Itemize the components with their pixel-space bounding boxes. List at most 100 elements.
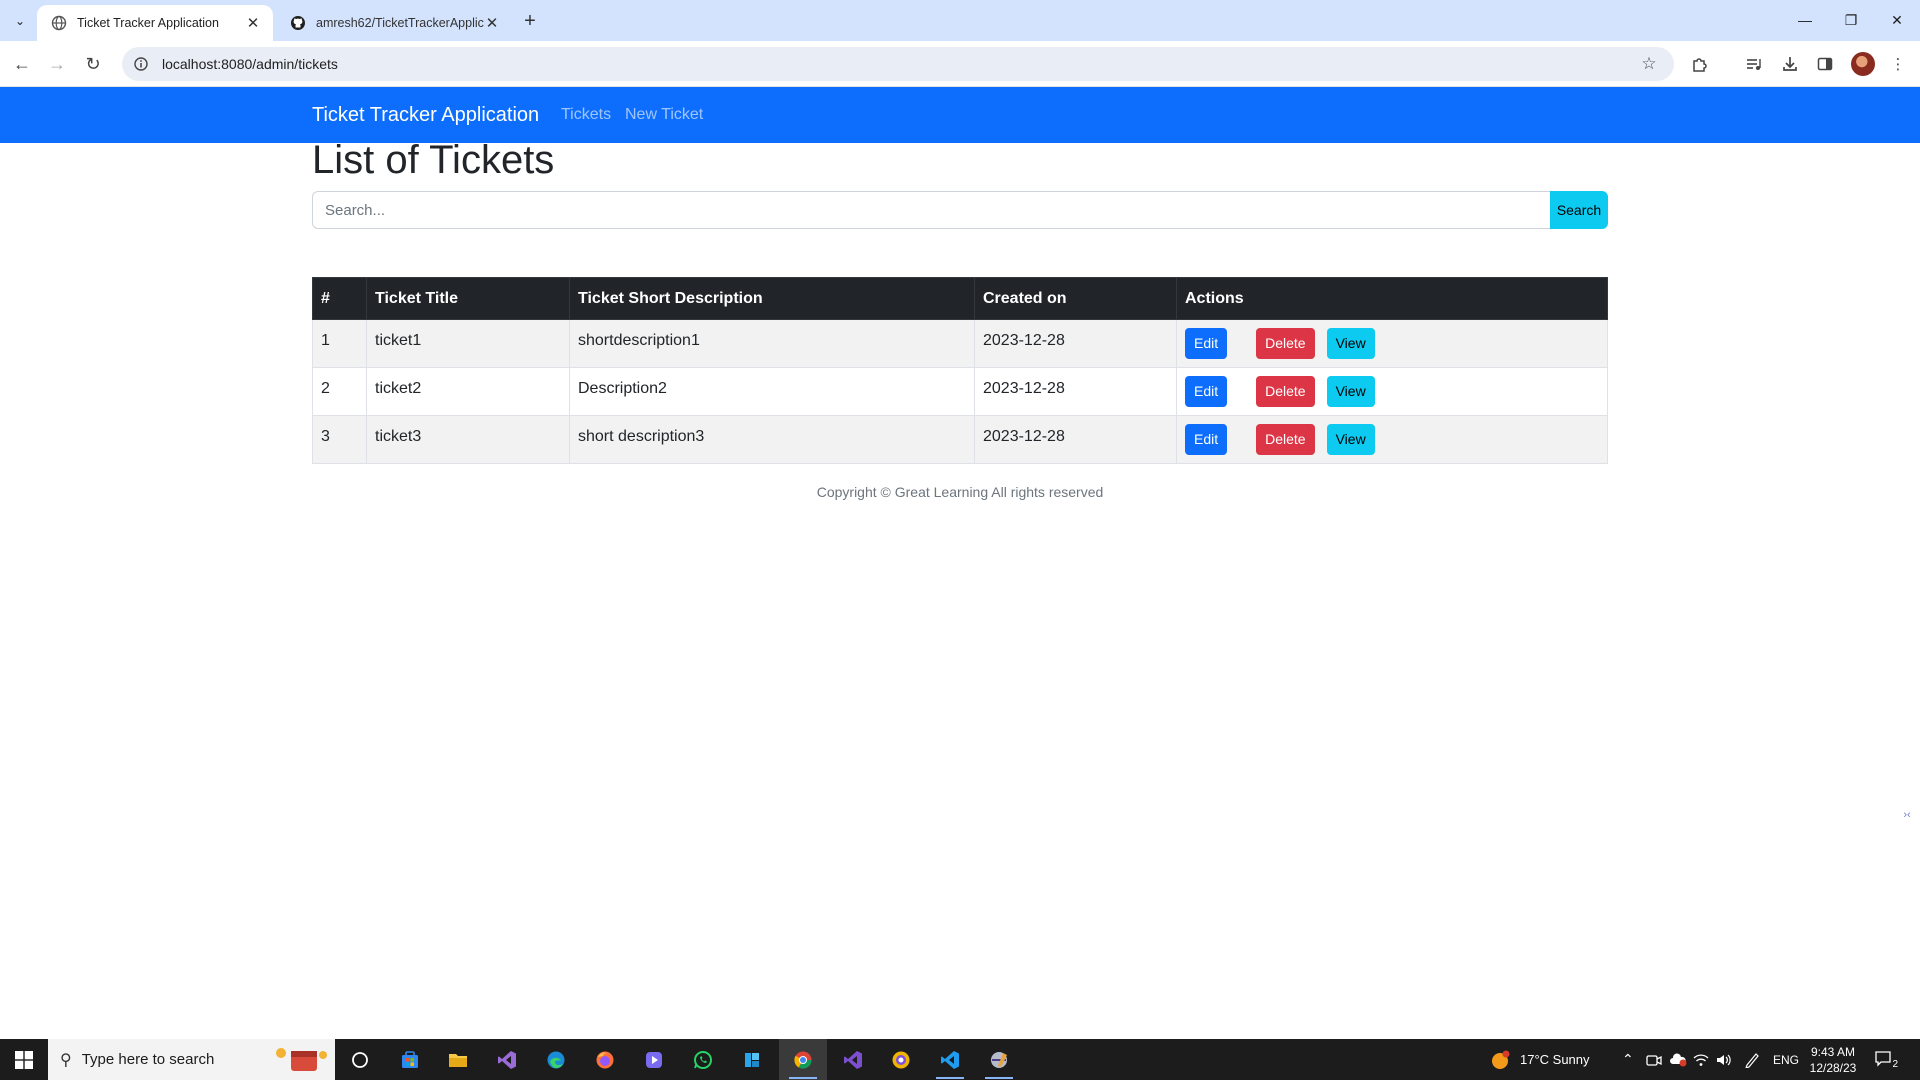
ticket-description: Description2 bbox=[578, 379, 667, 397]
row-number: 1 bbox=[321, 331, 330, 349]
weather-widget[interactable]: 17°C Sunny bbox=[1490, 1039, 1590, 1080]
navbar-brand[interactable]: Ticket Tracker Application bbox=[312, 104, 539, 127]
forward-arrow-icon[interactable]: → bbox=[43, 50, 71, 78]
taskbar-search-placeholder: Type here to search bbox=[81, 1051, 215, 1068]
view-button[interactable]: View bbox=[1326, 328, 1375, 359]
tab-title: Ticket Tracker Application bbox=[77, 16, 219, 30]
reload-icon[interactable]: ↻ bbox=[79, 50, 107, 78]
ticket-title: ticket3 bbox=[375, 427, 422, 445]
new-tab-plus-icon[interactable]: + bbox=[518, 9, 542, 33]
eclipse-icon[interactable] bbox=[975, 1039, 1023, 1080]
active-app-indicator bbox=[936, 1077, 964, 1079]
cell-title: ticket2 bbox=[366, 367, 570, 416]
weather-text: 17°C Sunny bbox=[1520, 1052, 1590, 1067]
nav-link-new-ticket[interactable]: New Ticket bbox=[625, 106, 703, 124]
delete-button[interactable]: Delete bbox=[1256, 328, 1315, 359]
tab-search-chevron-icon[interactable]: ⌄ bbox=[9, 10, 31, 32]
pen-icon[interactable] bbox=[1744, 1039, 1760, 1080]
edit-button[interactable]: Edit bbox=[1185, 376, 1228, 407]
file-explorer-icon[interactable] bbox=[434, 1039, 482, 1080]
notification-center-icon[interactable]: 2 bbox=[1872, 1048, 1898, 1070]
page-viewport: Ticket Tracker Application Tickets New T… bbox=[0, 87, 1920, 1039]
ticket-created-date: 2023-12-28 bbox=[983, 379, 1065, 397]
restore-icon[interactable]: ❐ bbox=[1828, 6, 1874, 34]
search-input[interactable] bbox=[312, 191, 1550, 229]
table-header-row: # Ticket Title Ticket Short Description … bbox=[312, 277, 1608, 320]
edge-icon[interactable] bbox=[532, 1039, 580, 1080]
column-header-title: Ticket Title bbox=[366, 277, 570, 320]
close-tab-icon[interactable]: ✕ bbox=[484, 15, 500, 32]
volume-icon[interactable] bbox=[1716, 1039, 1732, 1080]
ticket-description: short description3 bbox=[578, 427, 705, 445]
onedrive-icon[interactable] bbox=[1669, 1039, 1687, 1080]
table-row: 2 ticket2 Description2 2023-12-28 Edit De… bbox=[312, 367, 1608, 416]
taskbar-clock[interactable]: 9:43 AM 12/28/23 bbox=[1800, 1044, 1866, 1076]
delete-button[interactable]: Delete bbox=[1256, 376, 1315, 407]
cell-title: ticket1 bbox=[366, 319, 570, 368]
view-button[interactable]: View bbox=[1326, 424, 1375, 455]
column-header-description: Ticket Short Description bbox=[569, 277, 975, 320]
cell-actions: Edit Delete View bbox=[1176, 415, 1608, 464]
side-panel-icon[interactable] bbox=[1812, 51, 1838, 77]
cell-created: 2023-12-28 bbox=[974, 319, 1177, 368]
search-icon: ⚲ bbox=[60, 1051, 72, 1069]
back-arrow-icon[interactable]: ← bbox=[8, 50, 36, 78]
show-hidden-icons-chevron-icon[interactable]: ⌃ bbox=[1622, 1039, 1634, 1080]
browser-tab-github[interactable]: amresh62/TicketTrackerApplica ✕ bbox=[276, 5, 512, 41]
cell-created: 2023-12-28 bbox=[974, 415, 1177, 464]
task-view-icon[interactable] bbox=[336, 1039, 384, 1080]
page-footer: Copyright © Great Learning All rights re… bbox=[816, 484, 1104, 500]
calendar-highlight-icon bbox=[276, 1048, 327, 1071]
side-expand-icon[interactable]: ›‹ bbox=[1896, 804, 1918, 826]
column-header-created: Created on bbox=[974, 277, 1177, 320]
edit-button[interactable]: Edit bbox=[1185, 328, 1228, 359]
search-button[interactable]: Search bbox=[1550, 191, 1608, 229]
browser-circle-icon[interactable] bbox=[877, 1039, 925, 1080]
more-menu-icon[interactable]: ⋮ bbox=[1885, 51, 1911, 77]
address-bar[interactable]: localhost:8080/admin/tickets ☆ bbox=[122, 47, 1674, 81]
app-tiles-icon[interactable] bbox=[728, 1039, 776, 1080]
bookmark-star-icon[interactable]: ☆ bbox=[1638, 53, 1660, 75]
browser-tab-strip: ⌄ Ticket Tracker Application ✕ amresh62/… bbox=[0, 0, 1920, 41]
profile-avatar[interactable] bbox=[1851, 52, 1875, 76]
extensions-puzzle-icon[interactable] bbox=[1687, 51, 1713, 77]
wifi-icon[interactable] bbox=[1693, 1039, 1709, 1080]
app-navbar: Ticket Tracker Application Tickets New T… bbox=[0, 87, 1920, 143]
vscode-icon[interactable] bbox=[926, 1039, 974, 1080]
visual-studio-purple-icon[interactable] bbox=[829, 1039, 877, 1080]
whatsapp-icon[interactable] bbox=[679, 1039, 727, 1080]
clock-date: 12/28/23 bbox=[1809, 1061, 1857, 1075]
row-number: 3 bbox=[321, 427, 330, 445]
minimize-icon[interactable]: — bbox=[1782, 6, 1828, 34]
cell-title: ticket3 bbox=[366, 415, 570, 464]
site-info-icon[interactable] bbox=[126, 49, 156, 79]
taskbar-search-box[interactable]: ⚲ Type here to search bbox=[48, 1039, 335, 1080]
column-header-number: # bbox=[312, 277, 367, 320]
media-controls-icon[interactable] bbox=[1741, 51, 1767, 77]
firefox-icon[interactable] bbox=[581, 1039, 629, 1080]
microsoft-store-icon[interactable] bbox=[386, 1039, 434, 1080]
visual-studio-icon[interactable] bbox=[483, 1039, 531, 1080]
column-header-actions: Actions bbox=[1176, 277, 1608, 320]
browser-toolbar: ← → ↻ localhost:8080/admin/tickets ☆ ⋮ bbox=[0, 41, 1920, 87]
browser-tab-active[interactable]: Ticket Tracker Application ✕ bbox=[37, 5, 273, 41]
chrome-icon[interactable] bbox=[779, 1039, 827, 1080]
close-tab-icon[interactable]: ✕ bbox=[245, 15, 261, 32]
search-form: Search bbox=[312, 191, 1608, 229]
meet-now-icon[interactable] bbox=[1646, 1039, 1662, 1080]
ticket-description: shortdescription1 bbox=[578, 331, 700, 349]
active-app-indicator bbox=[985, 1077, 1013, 1079]
tab-title: amresh62/TicketTrackerApplica bbox=[316, 16, 484, 30]
edit-button[interactable]: Edit bbox=[1185, 424, 1228, 455]
delete-button[interactable]: Delete bbox=[1256, 424, 1315, 455]
nav-link-tickets[interactable]: Tickets bbox=[561, 106, 611, 124]
cell-actions: Edit Delete View bbox=[1176, 319, 1608, 368]
language-indicator[interactable]: ENG bbox=[1773, 1039, 1799, 1080]
close-window-icon[interactable]: ✕ bbox=[1874, 6, 1920, 34]
cell-actions: Edit Delete View bbox=[1176, 367, 1608, 416]
windows-start-icon[interactable] bbox=[0, 1039, 48, 1080]
media-player-icon[interactable] bbox=[630, 1039, 678, 1080]
view-button[interactable]: View bbox=[1326, 376, 1375, 407]
page-title: List of Tickets bbox=[312, 138, 555, 182]
download-icon[interactable] bbox=[1777, 51, 1803, 77]
